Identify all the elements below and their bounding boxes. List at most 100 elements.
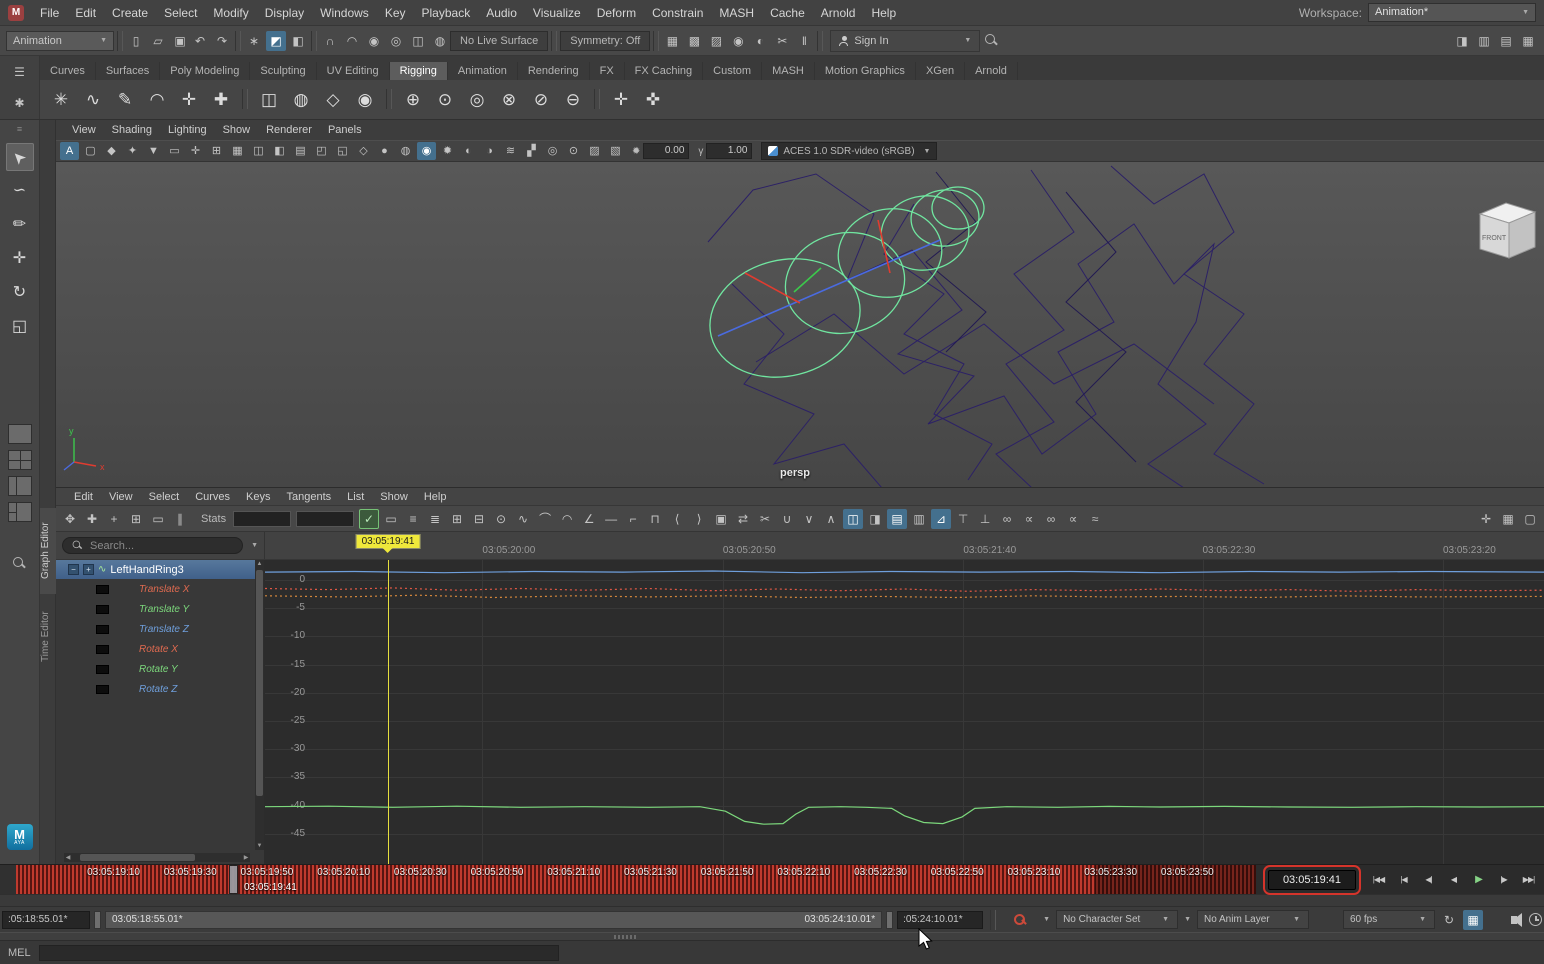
- shelf-tab[interactable]: Rendering: [518, 62, 590, 80]
- three-point-arc-icon[interactable]: ◠: [142, 84, 172, 114]
- free-tangent-weight-icon[interactable]: ∨: [799, 509, 819, 529]
- graph-plot[interactable]: 0-5-10-15-20-25-30-35-40-45: [265, 560, 1544, 864]
- pre-infinity-offset-icon[interactable]: ∝: [1019, 509, 1039, 529]
- lock-tangent-weight-icon[interactable]: ∧: [821, 509, 841, 529]
- break-tangents-icon[interactable]: ✂: [755, 509, 775, 529]
- colorspace-selector[interactable]: ACES 1.0 SDR-video (sRGB) ▼: [761, 142, 937, 160]
- cv-curve-tool-icon[interactable]: ∿: [78, 84, 108, 114]
- current-time-marker-flag[interactable]: 03:05:19:41: [356, 534, 421, 549]
- playhead[interactable]: [229, 865, 238, 894]
- play-backward-button[interactable]: ◀: [1442, 869, 1465, 891]
- select-hierarchy-icon[interactable]: ∗: [244, 31, 264, 51]
- menu-item[interactable]: Select: [156, 0, 205, 26]
- menu-item[interactable]: Help: [863, 0, 904, 26]
- channel-translate-x[interactable]: Translate X: [56, 579, 264, 599]
- layout-single-pane-button[interactable]: [8, 424, 32, 444]
- tab-graph-editor[interactable]: Graph Editor: [40, 508, 56, 594]
- wireframe-on-shaded-icon[interactable]: ◍: [396, 142, 415, 160]
- viewport-menu-item[interactable]: Shading: [104, 124, 160, 136]
- frame-all-icon[interactable]: ⊞: [447, 509, 467, 529]
- safe-title-icon[interactable]: ◱: [333, 142, 352, 160]
- menu-item[interactable]: Key: [377, 0, 414, 26]
- auto-load-selected-icon[interactable]: ▤: [887, 509, 907, 529]
- snap-to-curve-icon[interactable]: ◠: [342, 31, 362, 51]
- linear-tangent-icon[interactable]: ∠: [579, 509, 599, 529]
- sequencer-icon[interactable]: ✂: [772, 31, 792, 51]
- menu-item[interactable]: Constrain: [644, 0, 711, 26]
- outliner-horizontal-scrollbar[interactable]: ◀ ▶: [64, 853, 250, 862]
- snap-to-grid-icon[interactable]: ∩: [320, 31, 340, 51]
- step-back-frame-button[interactable]: |◀: [1392, 869, 1415, 891]
- absolute-view-icon[interactable]: ▭: [381, 509, 401, 529]
- chevron-down-icon[interactable]: ▼: [1043, 916, 1050, 923]
- retime-tool-icon[interactable]: ∥: [170, 509, 190, 529]
- stacked-view-icon[interactable]: ≡: [403, 509, 423, 529]
- pause-viewport-icon[interactable]: ‖: [794, 31, 814, 51]
- isolate-select-icon[interactable]: ⊙: [564, 142, 583, 160]
- render-current-frame-icon[interactable]: ▩: [684, 31, 704, 51]
- search-icon[interactable]: [984, 33, 999, 48]
- aim-constraint-icon[interactable]: ⊗: [494, 84, 524, 114]
- graph-editor-menu-item[interactable]: List: [339, 491, 372, 503]
- new-scene-icon[interactable]: ▯: [126, 31, 146, 51]
- snap-to-point-icon[interactable]: ◉: [364, 31, 384, 51]
- unbind-skin-icon[interactable]: ◇: [318, 84, 348, 114]
- playback-loop-icon[interactable]: ↻: [1439, 910, 1459, 930]
- paint-skin-weights-icon[interactable]: ◉: [350, 84, 380, 114]
- workspace-selector[interactable]: Animation* ▼: [1368, 3, 1536, 22]
- mute-audio-icon[interactable]: [1511, 916, 1517, 924]
- bind-skin-icon[interactable]: ◍: [286, 84, 316, 114]
- smooth-shade-mode-icon[interactable]: ●: [375, 142, 394, 160]
- plateau-tangent-icon[interactable]: ⊓: [645, 509, 665, 529]
- save-scene-icon[interactable]: ▣: [170, 31, 190, 51]
- exposure-field[interactable]: 0.00: [643, 143, 689, 159]
- grid-view-icon[interactable]: ▦: [1498, 509, 1518, 529]
- channel-rotate-x[interactable]: Rotate X: [56, 639, 264, 659]
- open-scene-icon[interactable]: ▱: [148, 31, 168, 51]
- shelf-tab[interactable]: FX Caching: [625, 62, 703, 80]
- layout-four-pane-button[interactable]: [8, 450, 32, 470]
- rotate-tool[interactable]: ↻: [6, 279, 34, 307]
- sign-in-button[interactable]: Sign In ▼: [830, 30, 980, 52]
- parent-constraint-icon[interactable]: ⊕: [398, 84, 428, 114]
- frame-playback-range-icon[interactable]: ⊟: [469, 509, 489, 529]
- graph-editor-menu-item[interactable]: Curves: [187, 491, 238, 503]
- character-set-selector[interactable]: No Character Set ▼: [1056, 910, 1178, 929]
- viewport-menu-item[interactable]: Show: [215, 124, 259, 136]
- shelf-tab[interactable]: Arnold: [965, 62, 1018, 80]
- current-time-field[interactable]: 03:05:19:41: [1268, 870, 1356, 890]
- scale-constraint-icon[interactable]: ⊘: [526, 84, 556, 114]
- screen-space-ao-icon[interactable]: ◑: [480, 142, 499, 160]
- shelf-tab[interactable]: Motion Graphics: [815, 62, 916, 80]
- ipr-render-icon[interactable]: ▨: [706, 31, 726, 51]
- menu-set-selector[interactable]: Animation ▼: [6, 31, 114, 51]
- graph-editor-menu-item[interactable]: Tangents: [279, 491, 340, 503]
- animation-start-field[interactable]: :05:18:55.01*: [2, 911, 90, 929]
- scale-tool[interactable]: ◱: [6, 313, 34, 341]
- scroll-down-icon[interactable]: ▼: [255, 843, 264, 849]
- graph-editor-menu-item[interactable]: Keys: [238, 491, 278, 503]
- move-nearest-picked-key-tool-icon[interactable]: ✥: [60, 509, 80, 529]
- menu-item[interactable]: Deform: [589, 0, 644, 26]
- snap-keys-toggle-icon[interactable]: ✓: [359, 509, 379, 529]
- joints-xray-icon[interactable]: ▧: [606, 142, 625, 160]
- command-input[interactable]: [39, 945, 559, 961]
- pan-zoom-2d-icon[interactable]: ✛: [186, 142, 205, 160]
- motion-blur-icon[interactable]: ≋: [501, 142, 520, 160]
- fps-selector[interactable]: 60 fps ▼: [1343, 910, 1435, 929]
- layout-two-pane-button[interactable]: [8, 476, 32, 496]
- scroll-right-icon[interactable]: ▶: [242, 854, 250, 861]
- pin-channel-icon[interactable]: ⊥: [975, 509, 995, 529]
- channel-rotate-y[interactable]: Rotate Y: [56, 659, 264, 679]
- play-forward-button[interactable]: ▶: [1467, 869, 1490, 891]
- lattice-deform-keys-tool-icon[interactable]: ⊞: [126, 509, 146, 529]
- select-object-icon[interactable]: ◩: [266, 31, 286, 51]
- range-end-handle[interactable]: [886, 911, 893, 929]
- time-snap-icon[interactable]: ◫: [843, 509, 863, 529]
- channel-translate-y[interactable]: Translate Y: [56, 599, 264, 619]
- shelf-tab[interactable]: MASH: [762, 62, 815, 80]
- move-tool[interactable]: ✛: [6, 245, 34, 273]
- region-tool-icon[interactable]: ▭: [148, 509, 168, 529]
- step-tangent-icon[interactable]: ⌐: [623, 509, 643, 529]
- safe-action-icon[interactable]: ◰: [312, 142, 331, 160]
